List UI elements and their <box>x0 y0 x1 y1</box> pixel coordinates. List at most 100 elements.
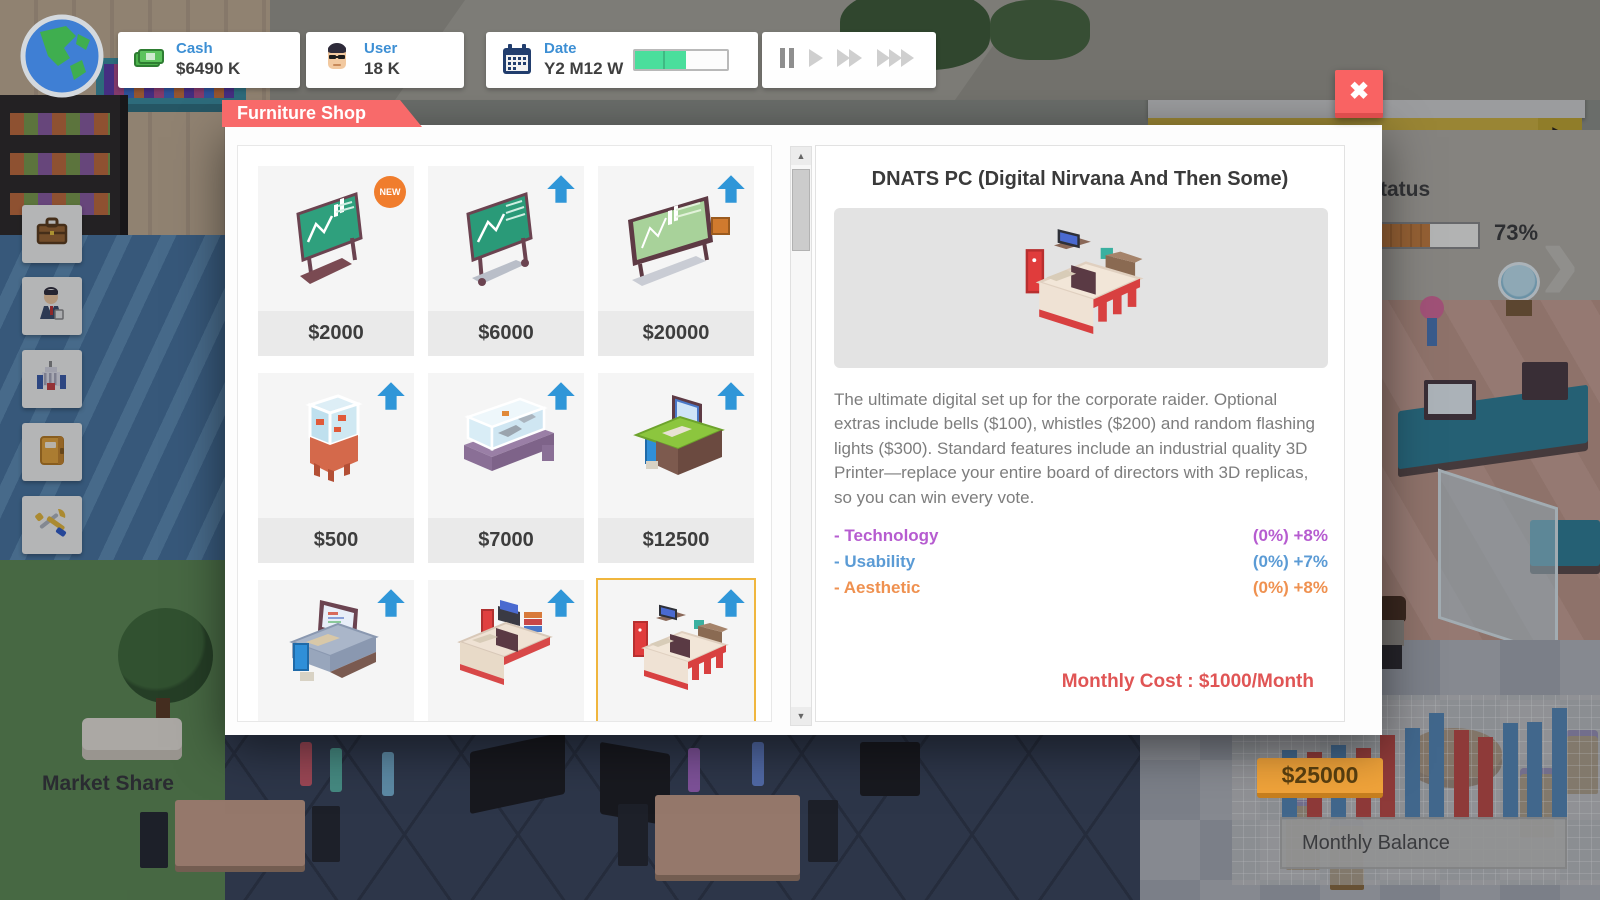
play-icon[interactable] <box>809 49 823 72</box>
shop-item-whiteboard[interactable]: NEW$2000 <box>258 166 414 356</box>
dnats-pc-art <box>956 211 1206 366</box>
monitor <box>1522 362 1568 400</box>
scroll-up-icon[interactable]: ▲ <box>791 147 811 165</box>
dining-table <box>175 800 305 866</box>
shop-scrollbar[interactable]: ▲ ▼ <box>790 146 812 726</box>
stool <box>688 748 700 792</box>
user-label: User <box>364 40 400 59</box>
balance-bar <box>1527 722 1542 820</box>
sidebar-button-notebook[interactable] <box>22 423 82 481</box>
date-value: Y2 M12 W <box>544 59 623 79</box>
upgrade-arrow-icon <box>716 174 746 209</box>
character <box>1378 596 1406 622</box>
fishbowl-stand <box>1506 300 1532 316</box>
game-screen: › Objective (1/3) Do a postmortem for on… <box>0 0 1600 900</box>
user-value: 18 K <box>364 59 400 79</box>
loan-amount-button[interactable]: $25000 <box>1257 758 1383 798</box>
building-icon <box>34 359 70 400</box>
upgrade-arrow-icon <box>716 588 746 623</box>
fishtank-art <box>258 373 414 518</box>
whiteboard2-art <box>428 166 584 311</box>
chair <box>618 804 648 866</box>
sidebar-button-building[interactable] <box>22 350 82 408</box>
stool <box>382 752 394 796</box>
market-share-title: Market Share <box>42 772 174 796</box>
stool <box>300 742 312 786</box>
fishbowl <box>1498 262 1540 302</box>
balance-bar <box>1429 713 1444 820</box>
item-price: $12500 <box>598 518 754 563</box>
upgrade-arrow-icon <box>546 381 576 416</box>
item-price: $7000 <box>428 518 584 563</box>
scrollbar-thumb[interactable] <box>792 169 810 251</box>
upgrade-arrow-icon <box>376 588 406 623</box>
item-price: $500 <box>258 518 414 563</box>
notebook-icon <box>34 432 70 473</box>
character-body <box>1380 620 1404 646</box>
projector-art <box>598 166 754 311</box>
date-label: Date <box>544 40 623 59</box>
chair <box>140 812 168 868</box>
monthly-cost: Monthly Cost : $1000/Month <box>1062 671 1314 693</box>
vintagedesk-art <box>258 580 414 722</box>
shop-item-reddesk[interactable] <box>428 580 584 722</box>
shop-item-vintagedesk[interactable] <box>258 580 414 722</box>
close-icon[interactable]: ✖ <box>1335 70 1383 118</box>
monthly-balance-label: Monthly Balance <box>1280 817 1567 869</box>
balance-bar <box>1503 723 1518 820</box>
tree-icon <box>118 608 213 703</box>
dnats-art <box>598 580 754 722</box>
world-globe-button[interactable] <box>20 14 104 98</box>
dining-table <box>655 795 800 875</box>
scroll-down-icon[interactable]: ▼ <box>791 707 811 725</box>
character-legs <box>1382 645 1402 669</box>
stat-label: - Aesthetic <box>834 578 920 604</box>
cash-value: $6490 K <box>176 59 240 79</box>
shop-item-grid: NEW$2000 $6000 $20000 $500 $7000 $12500 <box>237 145 772 722</box>
money-icon <box>132 43 166 77</box>
whiteboard-art: NEW <box>258 166 414 311</box>
shop-item-greendesk[interactable]: $12500 <box>598 373 754 563</box>
status-percent: 73% <box>1494 220 1538 246</box>
calendar-icon <box>500 43 534 77</box>
chair <box>312 806 340 862</box>
tree-icon <box>990 0 1090 60</box>
briefcase-icon <box>34 214 70 255</box>
stool <box>752 742 764 786</box>
vase <box>1427 318 1437 346</box>
stat-row: - Aesthetic (0%) +8% <box>834 578 1328 604</box>
fast-forward-icon[interactable] <box>837 49 863 72</box>
item-price: $6000 <box>428 311 584 356</box>
cash-card: Cash $6490 K <box>118 32 300 88</box>
sidebar-button-briefcase[interactable] <box>22 205 82 263</box>
furniture-shop-modal: NEW$2000 $6000 $20000 $500 $7000 $12500 ▲ ▼ D… <box>225 125 1382 735</box>
reddesk-art <box>428 580 584 722</box>
shop-item-dnats[interactable] <box>598 580 754 722</box>
item-detail-panel: DNATS PC (Digital Nirvana And Then Some)… <box>815 145 1345 722</box>
shop-item-whiteboard2[interactable]: $6000 <box>428 166 584 356</box>
user-card: User 18 K <box>306 32 464 88</box>
balance-bar <box>1478 737 1493 820</box>
stat-value: (0%) +8% <box>1253 578 1328 604</box>
sidebar-button-employee[interactable] <box>22 277 82 335</box>
employee-icon <box>34 286 70 327</box>
shop-item-fishtank[interactable]: $500 <box>258 373 414 563</box>
pause-icon[interactable] <box>780 48 795 73</box>
balance-bar <box>1454 730 1469 820</box>
speed-controls <box>762 32 936 88</box>
week-progress-fill <box>635 51 686 69</box>
sidebar-button-tools[interactable] <box>22 496 82 554</box>
item-preview-box <box>834 208 1328 368</box>
fastest-forward-icon[interactable] <box>877 49 915 72</box>
shop-item-projector[interactable]: $20000 <box>598 166 754 356</box>
balance-bar <box>1405 728 1420 820</box>
new-badge: NEW <box>374 176 406 208</box>
background-chevron: › <box>1540 200 1580 320</box>
item-description: The ultimate digital set up for the corp… <box>834 388 1328 510</box>
shop-item-aquarium[interactable]: $7000 <box>428 373 584 563</box>
upgrade-arrow-icon <box>546 174 576 209</box>
stat-label: - Usability <box>834 552 915 578</box>
cash-label: Cash <box>176 40 240 59</box>
aquarium-art <box>428 373 584 518</box>
balance-bar <box>1552 708 1567 820</box>
